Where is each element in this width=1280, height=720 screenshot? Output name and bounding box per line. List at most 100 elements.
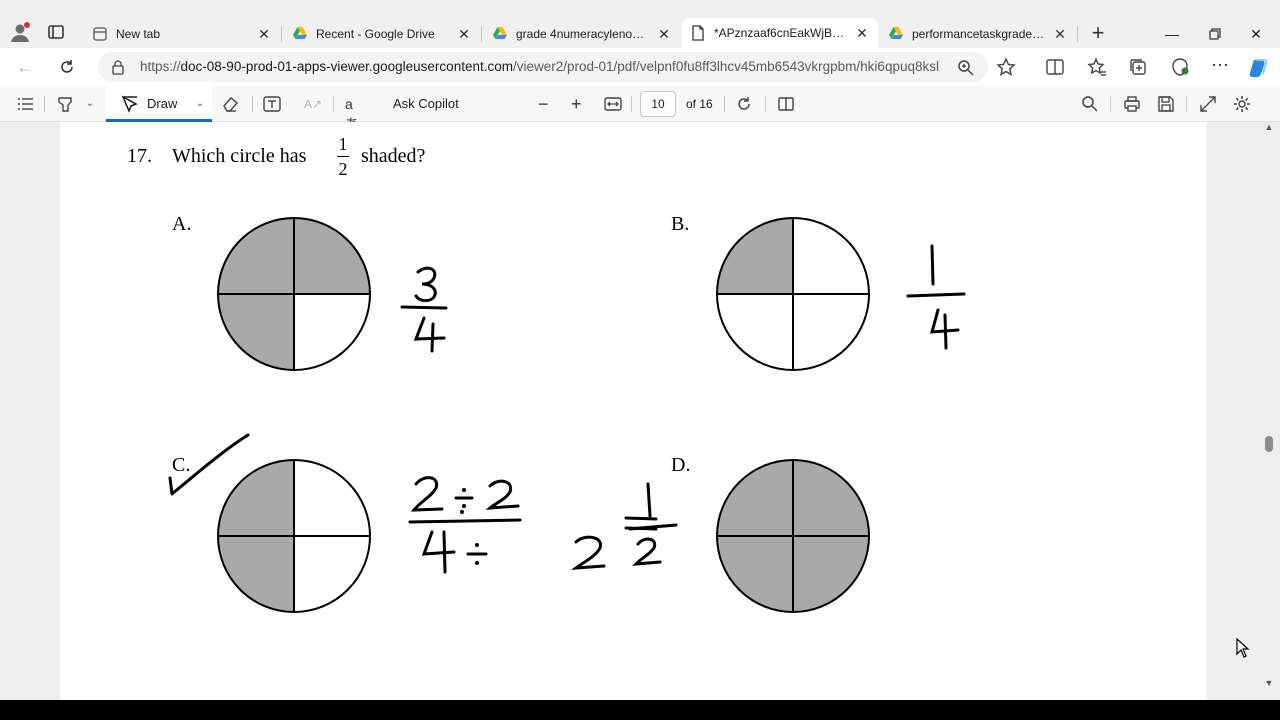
browser-window: New tab ✕ Recent - Google Drive ✕ grade … xyxy=(0,0,1280,700)
collections-icon[interactable] xyxy=(1128,57,1148,77)
scrollbar-thumb[interactable] xyxy=(1265,436,1273,452)
toolbar-divider xyxy=(1186,96,1187,112)
toolbar-divider xyxy=(44,96,45,112)
favorite-star-icon[interactable] xyxy=(996,57,1016,77)
table-of-contents-icon[interactable] xyxy=(16,94,36,114)
toolbar-divider xyxy=(765,96,766,112)
tab-pdf-document-active[interactable]: *APznzaaf6cnEakWjBuG0lE ✕ xyxy=(682,18,878,48)
highlight-icon[interactable] xyxy=(55,94,75,114)
eraser-icon[interactable] xyxy=(220,94,240,114)
split-screen-icon[interactable] xyxy=(1045,57,1065,77)
tab-strip: New tab ✕ Recent - Google Drive ✕ grade … xyxy=(0,0,1280,48)
url-text[interactable]: https://doc-08-90-prod-01-apps-viewer.go… xyxy=(140,59,940,74)
copilot-icon[interactable] xyxy=(1248,57,1268,77)
page-view-icon[interactable] xyxy=(776,94,796,114)
tab-separator xyxy=(281,26,282,42)
google-drive-icon xyxy=(888,26,904,42)
close-tab-icon[interactable]: ✕ xyxy=(256,26,272,42)
translate-icon[interactable]: aあ xyxy=(345,94,365,132)
search-icon[interactable] xyxy=(1080,94,1100,114)
new-tab-page-icon xyxy=(92,26,108,42)
url-prefix: https:// xyxy=(140,59,181,74)
zoom-in-icon[interactable]: + xyxy=(571,92,582,116)
rotate-icon[interactable] xyxy=(734,94,754,114)
google-drive-icon xyxy=(292,26,308,42)
close-window-icon[interactable]: ✕ xyxy=(1236,20,1276,48)
toolbar-divider xyxy=(724,96,725,112)
page-total-label: of 16 xyxy=(686,97,713,111)
chevron-down-icon[interactable]: ⌄ xyxy=(190,94,210,114)
tab-grade-4-numeracy[interactable]: grade 4numeracylenoxbenn ✕ xyxy=(484,20,680,48)
tab-separator xyxy=(1077,26,1078,42)
question-number: 17. xyxy=(127,145,152,167)
zoom-icon[interactable] xyxy=(956,58,976,78)
vertical-scrollbar[interactable]: ▲ ▼ xyxy=(1262,122,1276,700)
browser-essentials-icon[interactable] xyxy=(1170,57,1190,77)
option-c-label: C. xyxy=(172,454,191,476)
minimize-icon[interactable]: — xyxy=(1152,20,1192,48)
toolbar-divider xyxy=(333,96,334,112)
close-tab-icon[interactable]: ✕ xyxy=(854,25,870,41)
page-number-input[interactable]: 10 xyxy=(640,91,676,117)
save-icon[interactable] xyxy=(1156,94,1176,114)
draw-button[interactable]: Draw ⌄ xyxy=(106,86,212,122)
add-text-icon[interactable] xyxy=(262,94,282,114)
fraction-denominator: 2 xyxy=(338,159,348,179)
favorites-icon[interactable] xyxy=(1087,57,1107,77)
scroll-down-arrow-icon[interactable]: ▼ xyxy=(1262,678,1276,690)
handwritten-one-half xyxy=(628,482,678,566)
settings-gear-icon[interactable] xyxy=(1232,94,1252,114)
address-bar[interactable]: https://doc-08-90-prod-01-apps-viewer.go… xyxy=(98,52,988,82)
print-icon[interactable] xyxy=(1122,94,1142,114)
option-c-circle xyxy=(217,459,371,613)
mouse-cursor-icon xyxy=(1236,638,1250,658)
option-d-circle xyxy=(716,459,870,613)
fullscreen-expand-icon[interactable] xyxy=(1198,94,1218,114)
url-path: /viewer2/prod-01/pdf/velpnf0fu8ff3lhcv45… xyxy=(512,59,940,74)
fit-to-width-icon[interactable] xyxy=(603,94,623,114)
toolbar-divider xyxy=(631,96,632,112)
profile-avatar-icon[interactable] xyxy=(8,20,32,44)
toolbar-divider xyxy=(252,96,253,112)
pdf-document-icon xyxy=(690,25,706,41)
ask-copilot-button[interactable]: Ask Copilot xyxy=(393,96,459,111)
restore-icon[interactable] xyxy=(1195,20,1235,48)
tab-recent-google-drive[interactable]: Recent - Google Drive ✕ xyxy=(284,20,480,48)
new-tab-plus-icon[interactable]: + xyxy=(1086,22,1110,46)
zoom-out-icon[interactable]: − xyxy=(538,92,549,116)
google-drive-icon xyxy=(492,26,508,42)
option-d-label: D. xyxy=(671,454,691,476)
fraction-bar xyxy=(337,156,349,157)
close-tab-icon[interactable]: ✕ xyxy=(656,26,672,42)
tab-title: performancetaskgrade4 - G xyxy=(912,27,1046,41)
toolbar-divider xyxy=(1110,96,1111,112)
lock-icon[interactable] xyxy=(110,59,126,75)
pdf-page: 17. Which circle has 1 2 shaded? A. B. C… xyxy=(60,122,1206,700)
pdf-toolbar: ⌄ Draw ⌄ A↗ aあ Ask Copilot − + 10 of 16 xyxy=(0,86,1280,132)
tab-new-tab[interactable]: New tab ✕ xyxy=(84,20,280,48)
tab-title: *APznzaaf6cnEakWjBuG0lE xyxy=(714,26,848,40)
option-a-label: A. xyxy=(172,213,192,235)
close-tab-icon[interactable]: ✕ xyxy=(1052,26,1068,42)
tab-title: grade 4numeracylenoxbenn xyxy=(516,27,650,41)
pdf-viewer[interactable]: 17. Which circle has 1 2 shaded? A. B. C… xyxy=(0,122,1280,700)
question-text: Which circle has xyxy=(172,145,307,167)
tab-title: Recent - Google Drive xyxy=(316,27,435,41)
draw-label: Draw xyxy=(147,96,178,111)
option-b-circle xyxy=(716,217,870,371)
address-toolbar: ← https://doc-08-90-prod-01-apps-viewer.… xyxy=(0,48,1280,86)
back-arrow-icon[interactable]: ← xyxy=(12,55,38,79)
fraction-numerator: 1 xyxy=(338,134,348,154)
more-options-icon[interactable]: ⋯ xyxy=(1210,56,1230,77)
handwritten-three-quarters xyxy=(400,266,448,353)
text-format-icon[interactable]: A↗ xyxy=(304,94,324,114)
question-text-end: shaded? xyxy=(361,145,426,167)
scroll-up-arrow-icon[interactable]: ▲ xyxy=(1262,122,1276,134)
question-fraction: 1 2 xyxy=(337,134,349,179)
tab-actions-icon[interactable] xyxy=(44,20,68,44)
refresh-icon[interactable] xyxy=(54,55,80,79)
close-tab-icon[interactable]: ✕ xyxy=(456,26,472,42)
chevron-down-icon[interactable]: ⌄ xyxy=(80,94,100,114)
url-host: doc-08-90-prod-01-apps-viewer.googleuser… xyxy=(180,59,513,74)
tab-performance-task[interactable]: performancetaskgrade4 - G ✕ xyxy=(880,20,1076,48)
